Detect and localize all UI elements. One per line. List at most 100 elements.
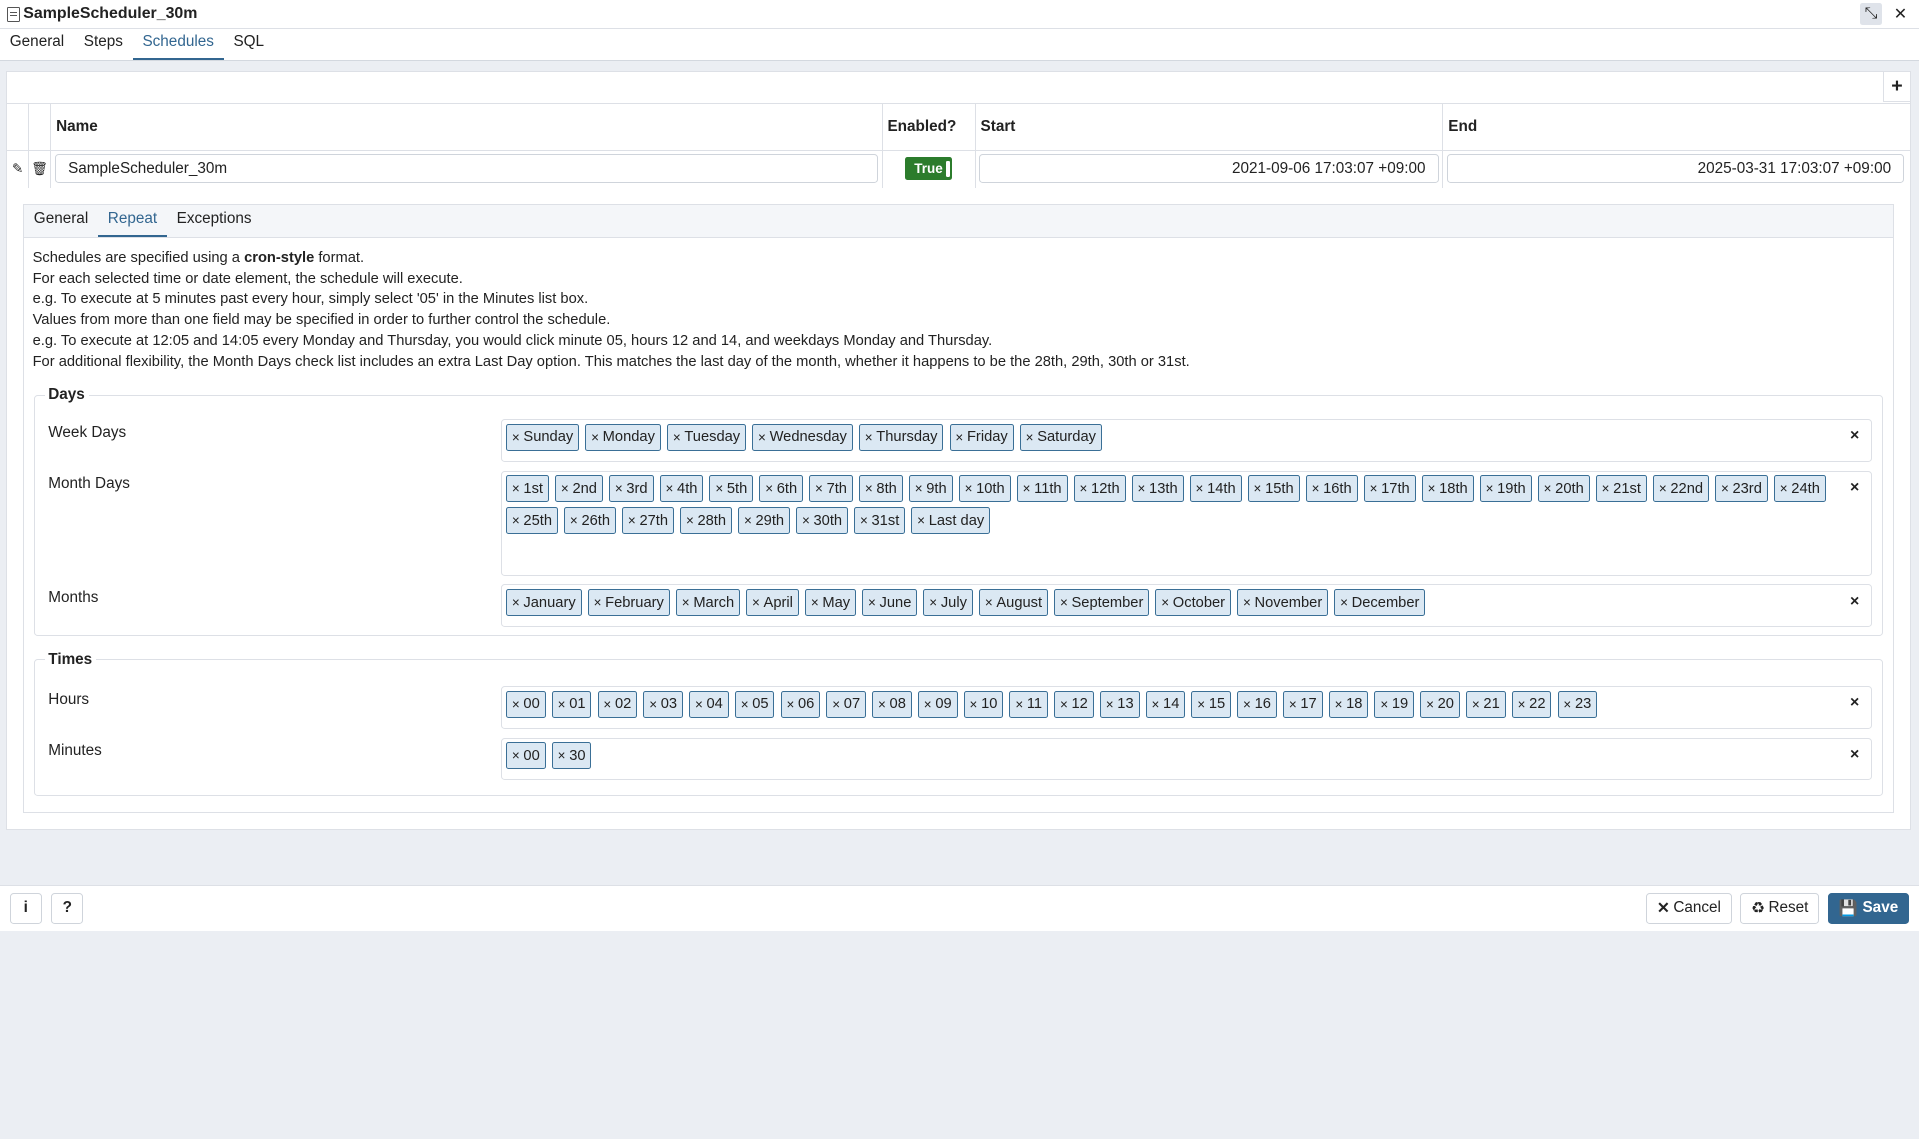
month-tag[interactable]: × March xyxy=(675,589,741,617)
remove-tag-icon[interactable]: × xyxy=(1335,697,1343,712)
hour-tag[interactable]: × 01 xyxy=(551,690,592,718)
month-day-tag[interactable]: × 8th xyxy=(858,475,903,503)
remove-tag-icon[interactable]: × xyxy=(815,481,823,496)
remove-tag-icon[interactable]: × xyxy=(1340,595,1348,610)
hour-tag[interactable]: × 06 xyxy=(780,690,821,718)
month-tag[interactable]: × September xyxy=(1054,589,1150,617)
hour-tag[interactable]: × 17 xyxy=(1282,690,1323,718)
remove-tag-icon[interactable]: × xyxy=(924,697,932,712)
months-select[interactable]: × January × February × March × April × May × June × J… xyxy=(501,584,1873,628)
month-days-select[interactable]: × 1st × 2nd × 3rd × 4th × 5th × 6th × 7th × 8th × 9th × 10t… xyxy=(501,470,1873,576)
minutes-select[interactable]: × 00 × 30 × xyxy=(501,737,1873,781)
hour-tag[interactable]: × 11 xyxy=(1009,690,1048,718)
remove-tag-icon[interactable]: × xyxy=(1023,481,1031,496)
month-day-tag[interactable]: × 17th xyxy=(1363,475,1416,503)
month-day-tag[interactable]: × 30th xyxy=(796,507,848,534)
close-icon[interactable]: ✕ xyxy=(1889,3,1911,25)
remove-tag-icon[interactable]: × xyxy=(865,481,873,496)
hours-select[interactable]: × 00 × 01 × 02 × 03 × 04 × 05 × 06 × 07 × 08 × 09 × 10 × 11 × 12 ×… xyxy=(501,686,1873,729)
clear-months-icon[interactable]: × xyxy=(1850,593,1859,611)
remove-tag-icon[interactable]: × xyxy=(1152,697,1160,712)
save-button[interactable]: 💾 Save xyxy=(1827,892,1909,925)
month-day-tag[interactable]: × 27th xyxy=(622,507,674,534)
remove-tag-icon[interactable]: × xyxy=(802,513,810,528)
tab-steps[interactable]: Steps xyxy=(74,33,133,60)
subtab-repeat[interactable]: Repeat xyxy=(98,210,167,238)
month-day-tag[interactable]: × 1st xyxy=(506,475,549,503)
week-day-tag[interactable]: × Thursday xyxy=(858,423,944,451)
remove-tag-icon[interactable]: × xyxy=(1544,481,1552,496)
remove-tag-icon[interactable]: × xyxy=(512,513,520,528)
hour-tag[interactable]: × 23 xyxy=(1557,690,1598,718)
remove-tag-icon[interactable]: × xyxy=(915,481,923,496)
remove-tag-icon[interactable]: × xyxy=(666,481,674,496)
remove-tag-icon[interactable]: × xyxy=(1486,481,1494,496)
month-day-tag[interactable]: × 9th xyxy=(908,475,953,503)
clear-minutes-icon[interactable]: × xyxy=(1850,746,1859,764)
month-day-tag[interactable]: × 11th xyxy=(1016,475,1068,503)
month-day-tag[interactable]: × 12th xyxy=(1073,475,1126,503)
remove-tag-icon[interactable]: × xyxy=(1380,697,1388,712)
remove-tag-icon[interactable]: × xyxy=(570,513,578,528)
remove-tag-icon[interactable]: × xyxy=(929,595,937,610)
month-day-tag[interactable]: × 26th xyxy=(564,507,616,534)
remove-tag-icon[interactable]: × xyxy=(741,697,749,712)
remove-tag-icon[interactable]: × xyxy=(752,595,760,610)
month-day-tag[interactable]: × 6th xyxy=(759,475,804,503)
month-day-tag[interactable]: × 25th xyxy=(506,507,558,534)
remove-tag-icon[interactable]: × xyxy=(1060,595,1068,610)
week-day-tag[interactable]: × Saturday xyxy=(1019,423,1102,451)
month-tag[interactable]: × June xyxy=(862,589,918,617)
hour-tag[interactable]: × 21 xyxy=(1465,690,1506,718)
remove-tag-icon[interactable]: × xyxy=(955,430,963,445)
remove-tag-icon[interactable]: × xyxy=(860,513,868,528)
month-tag[interactable]: × July xyxy=(923,589,973,617)
hour-tag[interactable]: × 08 xyxy=(872,690,912,718)
remove-tag-icon[interactable]: × xyxy=(558,748,566,763)
remove-tag-icon[interactable]: × xyxy=(878,697,886,712)
remove-tag-icon[interactable]: × xyxy=(558,697,566,712)
month-day-tag[interactable]: × 2nd xyxy=(555,475,603,503)
remove-tag-icon[interactable]: × xyxy=(1780,481,1788,496)
month-day-tag[interactable]: × 29th xyxy=(738,507,790,534)
reset-button[interactable]: ♻ Reset xyxy=(1740,892,1820,925)
week-day-tag[interactable]: × Sunday xyxy=(506,423,580,451)
trash-icon[interactable]: 🗑 xyxy=(29,161,50,177)
minute-tag[interactable]: × 30 xyxy=(551,742,592,770)
remove-tag-icon[interactable]: × xyxy=(561,481,569,496)
edit-icon[interactable]: ✎ xyxy=(7,161,28,177)
hour-tag[interactable]: × 22 xyxy=(1511,690,1552,718)
month-tag[interactable]: × August xyxy=(978,589,1048,617)
hour-tag[interactable]: × 10 xyxy=(963,690,1004,718)
info-button[interactable]: i xyxy=(9,892,42,925)
remove-tag-icon[interactable]: × xyxy=(1370,481,1378,496)
remove-tag-icon[interactable]: × xyxy=(917,513,925,528)
hour-tag[interactable]: × 13 xyxy=(1099,690,1140,718)
month-day-tag[interactable]: × 18th xyxy=(1421,475,1474,503)
hour-tag[interactable]: × 16 xyxy=(1237,690,1277,718)
help-button[interactable]: ? xyxy=(51,892,84,925)
remove-tag-icon[interactable]: × xyxy=(715,481,723,496)
remove-tag-icon[interactable]: × xyxy=(758,430,766,445)
add-schedule-button[interactable]: + xyxy=(1882,72,1911,103)
week-day-tag[interactable]: × Tuesday xyxy=(666,423,747,451)
remove-tag-icon[interactable]: × xyxy=(512,748,520,763)
subtab-general[interactable]: General xyxy=(24,210,98,237)
month-day-tag[interactable]: × 16th xyxy=(1305,475,1358,503)
month-day-tag[interactable]: × 20th xyxy=(1537,475,1590,503)
month-day-tag[interactable]: × 23rd xyxy=(1715,475,1768,503)
month-tag[interactable]: × November xyxy=(1237,589,1329,617)
remove-tag-icon[interactable]: × xyxy=(744,513,752,528)
hour-tag[interactable]: × 05 xyxy=(734,690,775,718)
remove-tag-icon[interactable]: × xyxy=(594,595,602,610)
month-day-tag[interactable]: × 5th xyxy=(709,475,754,503)
month-tag[interactable]: × January xyxy=(506,589,582,617)
month-tag[interactable]: × April xyxy=(746,589,799,617)
remove-tag-icon[interactable]: × xyxy=(1426,697,1434,712)
remove-tag-icon[interactable]: × xyxy=(649,697,657,712)
month-day-tag[interactable]: × 21st xyxy=(1595,475,1647,503)
remove-tag-icon[interactable]: × xyxy=(1312,481,1320,496)
remove-tag-icon[interactable]: × xyxy=(985,595,993,610)
remove-tag-icon[interactable]: × xyxy=(1161,595,1169,610)
remove-tag-icon[interactable]: × xyxy=(811,595,819,610)
